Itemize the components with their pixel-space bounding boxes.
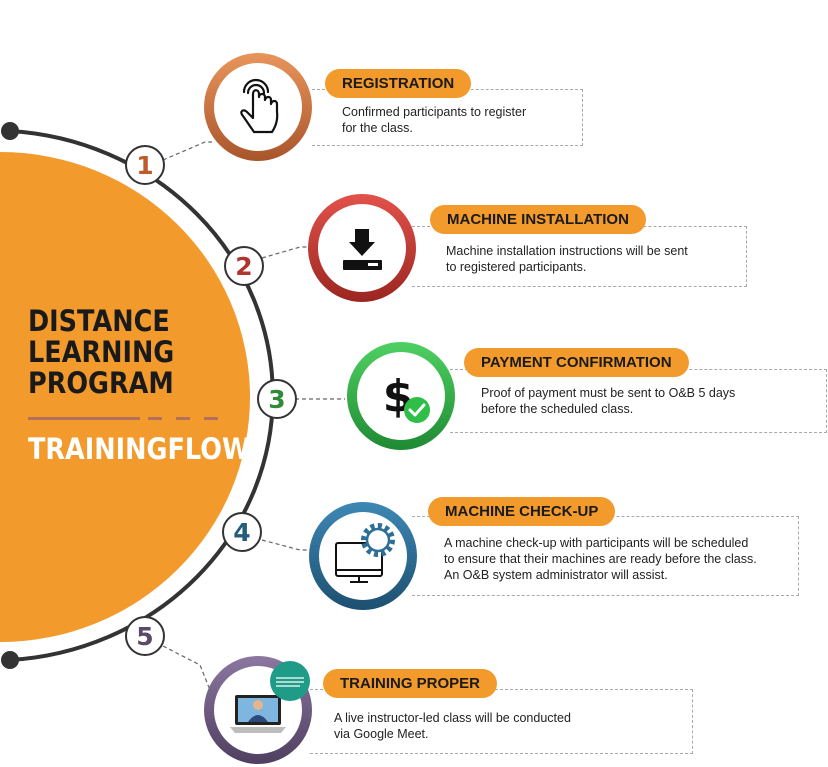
step-number-2: 2 (224, 246, 264, 286)
step-number-3: 3 (257, 379, 297, 419)
program-subtitle: TRAININGFLOW (28, 432, 251, 466)
step-4-description: A machine check-up with participants wil… (444, 536, 757, 582)
step-number-1: 1 (125, 145, 165, 185)
step-2-ring (308, 194, 416, 302)
title-divider (28, 417, 224, 420)
step-3-description: Proof of payment must be sent to O&B 5 d… (481, 386, 736, 416)
step-2-description: Machine installation instructions will b… (446, 244, 688, 274)
step-2-title: MACHINE INSTALLATION (430, 205, 646, 234)
step-3-ring: $ (347, 342, 455, 450)
arc-end-bottom (1, 651, 19, 669)
gear-icon (361, 523, 395, 557)
step-4-ring (309, 502, 417, 610)
step-4-title: MACHINE CHECK-UP (428, 497, 616, 526)
step-1-title: REGISTRATION (325, 69, 472, 98)
step-5-title: TRAINING PROPER (323, 669, 498, 698)
step-3-title: PAYMENT CONFIRMATION (464, 348, 689, 377)
program-title: DISTANCE LEARNING PROGRAM TRAININGFLOW (28, 304, 251, 466)
step-5-description: A live instructor-led class will be cond… (334, 711, 571, 741)
step-1-description: Confirmed participants to register for t… (342, 105, 527, 135)
program-title-line-1: DISTANCE (28, 304, 170, 338)
video-call-laptop-icon (230, 695, 286, 733)
step-number-5: 5 (125, 616, 165, 656)
program-title-line-3: PROGRAM (28, 366, 174, 400)
chat-badge-icon (270, 661, 310, 701)
program-title-line-2: LEARNING (28, 335, 175, 369)
step-number-4: 4 (222, 512, 262, 552)
arc-end-top (1, 122, 19, 140)
step-5-ring (204, 656, 312, 764)
step-1-ring (204, 53, 312, 161)
